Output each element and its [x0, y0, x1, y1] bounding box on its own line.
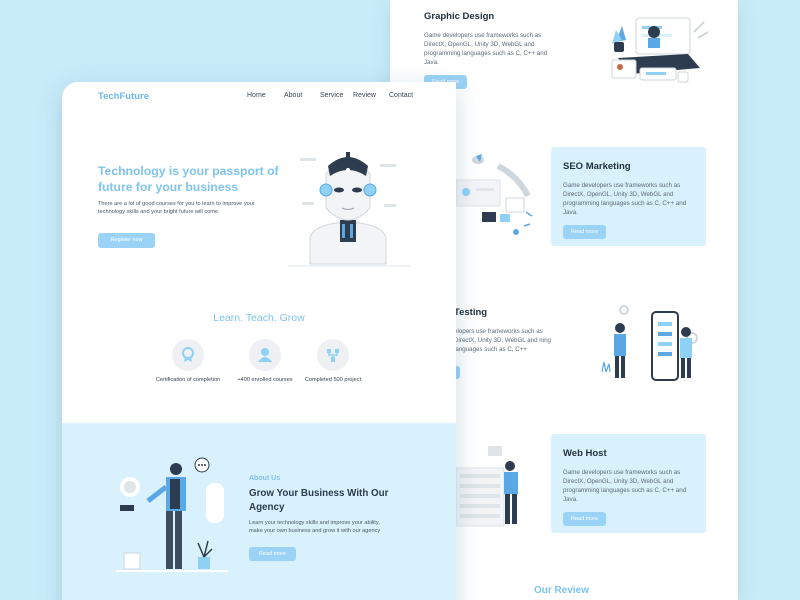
web-host-illustration — [455, 446, 518, 527]
nav-about[interactable]: About — [284, 92, 302, 99]
review-section-title: Our Review — [534, 585, 590, 596]
service-title: Graphic Design — [424, 11, 495, 22]
navbar: TechFuture Home About Service Review Con… — [62, 82, 456, 112]
service-text: elopers use frameworks such as DirectX, … — [454, 328, 551, 353]
service-text: Game developers use frameworks such as D… — [424, 32, 548, 66]
service-text: Game developers use frameworks such as D… — [563, 182, 687, 216]
stat-label: Completed 500 project — [304, 377, 362, 383]
hierarchy-icon — [317, 339, 349, 371]
register-button[interactable]: Register now — [98, 233, 155, 248]
nav-service[interactable]: Service — [320, 92, 343, 99]
nav-review[interactable]: Review — [353, 92, 376, 99]
about-read-more-button[interactable]: Read more — [249, 547, 296, 561]
about-kicker: About Us — [249, 475, 281, 482]
hero-text: There are a lot of good courses for you … — [98, 201, 255, 215]
service-web-host: Web Host Game developers use frameworks … — [551, 434, 706, 533]
logo[interactable]: TechFuture — [98, 91, 149, 102]
nav-home[interactable]: Home — [247, 92, 266, 99]
section-title-learn: Learn. Teach. Grow — [213, 312, 305, 324]
testing-illustration — [601, 305, 698, 381]
hero-title: Technology is your passport of future fo… — [98, 164, 279, 194]
nav-contact[interactable]: Contact — [389, 92, 413, 99]
robot-illustration — [288, 152, 410, 267]
graphic-design-illustration — [611, 17, 709, 83]
service-title: Web Host — [563, 448, 607, 459]
seo-illustration — [456, 154, 533, 235]
service-title: SEO Marketing — [563, 161, 631, 172]
about-title: Grow Your Business With Our Agency — [249, 488, 389, 513]
service-seo-marketing: SEO Marketing Game developers use framew… — [551, 147, 706, 246]
service-testing: Testing elopers use frameworks such as D… — [454, 307, 554, 354]
read-more-button[interactable]: Read more — [563, 225, 607, 239]
about-text: Learn your technology skills and improve… — [249, 520, 381, 534]
stat-projects: Completed 500 project — [288, 339, 378, 383]
about-illustration — [116, 457, 228, 572]
certificate-icon — [172, 339, 204, 371]
read-more-button[interactable]: Read more — [563, 512, 607, 526]
home-page: TechFuture Home About Service Review Con… — [62, 82, 456, 600]
service-title: Testing — [454, 307, 488, 318]
service-text: Game developers use frameworks such as D… — [563, 469, 687, 503]
user-icon — [249, 339, 281, 371]
service-graphic-design: Graphic Design Game developers use frame… — [424, 11, 556, 89]
about-section: About Us Grow Your Business With Our Age… — [62, 423, 456, 600]
